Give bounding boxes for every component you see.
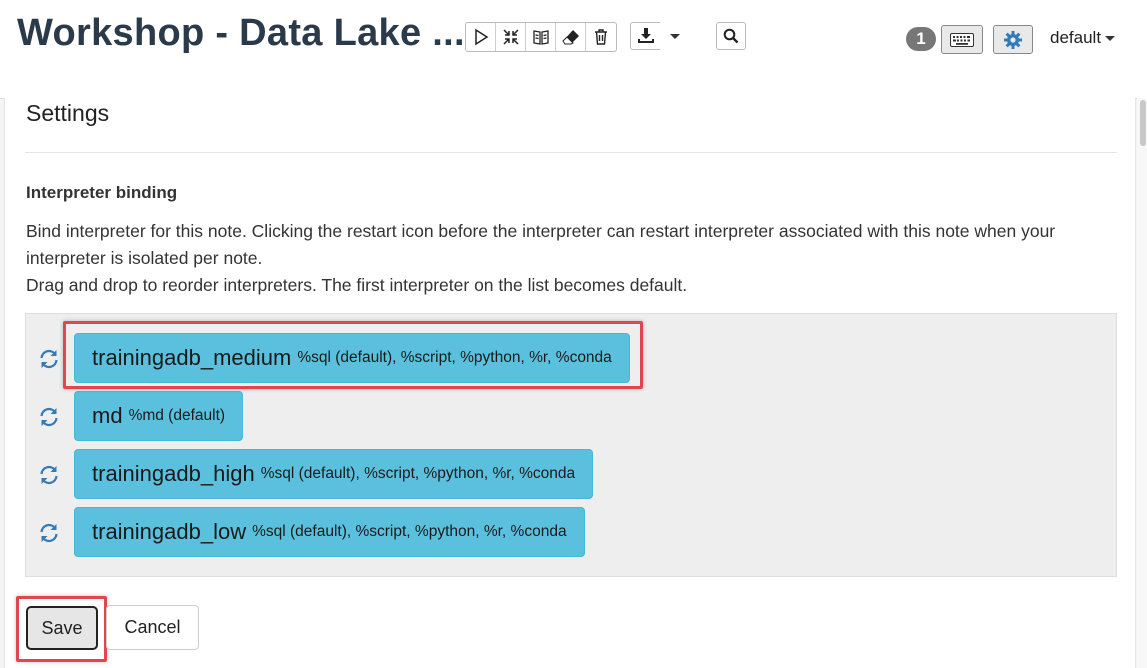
- clear-output-button[interactable]: [556, 23, 586, 51]
- description-line: Bind interpreter for this note. Clicking…: [26, 221, 1056, 268]
- notebook-header: Workshop - Data Lake ... 1 default: [0, 0, 1147, 99]
- settings-title: Settings: [26, 100, 110, 126]
- collapse-arrows-icon: [502, 29, 519, 45]
- cancel-button[interactable]: Cancel: [106, 605, 199, 650]
- chevron-down-icon: [670, 33, 680, 39]
- export-dropdown[interactable]: [630, 22, 684, 50]
- interpreter-aliases: %sql (default), %script, %python, %r, %c…: [252, 523, 567, 540]
- note-toolbar: [465, 22, 617, 52]
- restart-icon[interactable]: [37, 347, 61, 371]
- binding-description: Bind interpreter for this note. Clicking…: [26, 218, 1106, 299]
- remove-note-button[interactable]: [586, 23, 616, 51]
- gear-icon: [1004, 30, 1022, 49]
- interpreter-name: trainingadb_low: [92, 519, 247, 544]
- search-icon: [723, 28, 739, 44]
- scrollbar[interactable]: [1137, 98, 1147, 668]
- download-icon: [637, 28, 654, 43]
- restart-icon[interactable]: [37, 521, 61, 545]
- description-line: Drag and drop to reorder interpreters. T…: [26, 275, 688, 295]
- interpreter-name: md: [92, 403, 123, 428]
- user-menu[interactable]: default: [1050, 28, 1116, 48]
- keyboard-icon: [950, 32, 974, 47]
- interpreter-name: trainingadb_high: [92, 461, 255, 486]
- interpreter-button[interactable]: md %md (default): [74, 391, 244, 441]
- interpreter-button[interactable]: trainingadb_high %sql (default), %script…: [74, 449, 594, 499]
- eraser-icon: [561, 30, 579, 45]
- interpreter-aliases: %md (default): [128, 407, 226, 424]
- interpreter-binding-title: Interpreter binding: [26, 183, 178, 202]
- search-button[interactable]: [716, 22, 746, 50]
- chevron-down-icon: [1105, 36, 1116, 42]
- highlight-box: [63, 321, 643, 389]
- trash-icon: [595, 29, 607, 45]
- highlight-box: [16, 596, 107, 662]
- book-icon: [532, 30, 549, 45]
- run-all-button[interactable]: [466, 23, 496, 51]
- note-title[interactable]: Workshop - Data Lake ...: [17, 12, 465, 55]
- interpreter-aliases: %sql (default), %script, %python, %r, %c…: [260, 465, 576, 482]
- export-button[interactable]: [630, 22, 660, 50]
- interpreter-button[interactable]: trainingadb_low %sql (default), %script,…: [74, 507, 585, 557]
- restart-icon[interactable]: [37, 405, 61, 429]
- notification-badge[interactable]: 1: [906, 27, 936, 51]
- show-hide-output-button[interactable]: [526, 23, 556, 51]
- divider: [25, 152, 1117, 153]
- show-hide-code-button[interactable]: [496, 23, 526, 51]
- keyboard-shortcuts-button[interactable]: [941, 25, 983, 54]
- restart-icon[interactable]: [37, 463, 61, 487]
- play-icon: [474, 28, 488, 46]
- interpreter-settings-button[interactable]: [993, 25, 1033, 54]
- user-name: default: [1050, 28, 1102, 47]
- scrollbar-thumb[interactable]: [1140, 100, 1146, 146]
